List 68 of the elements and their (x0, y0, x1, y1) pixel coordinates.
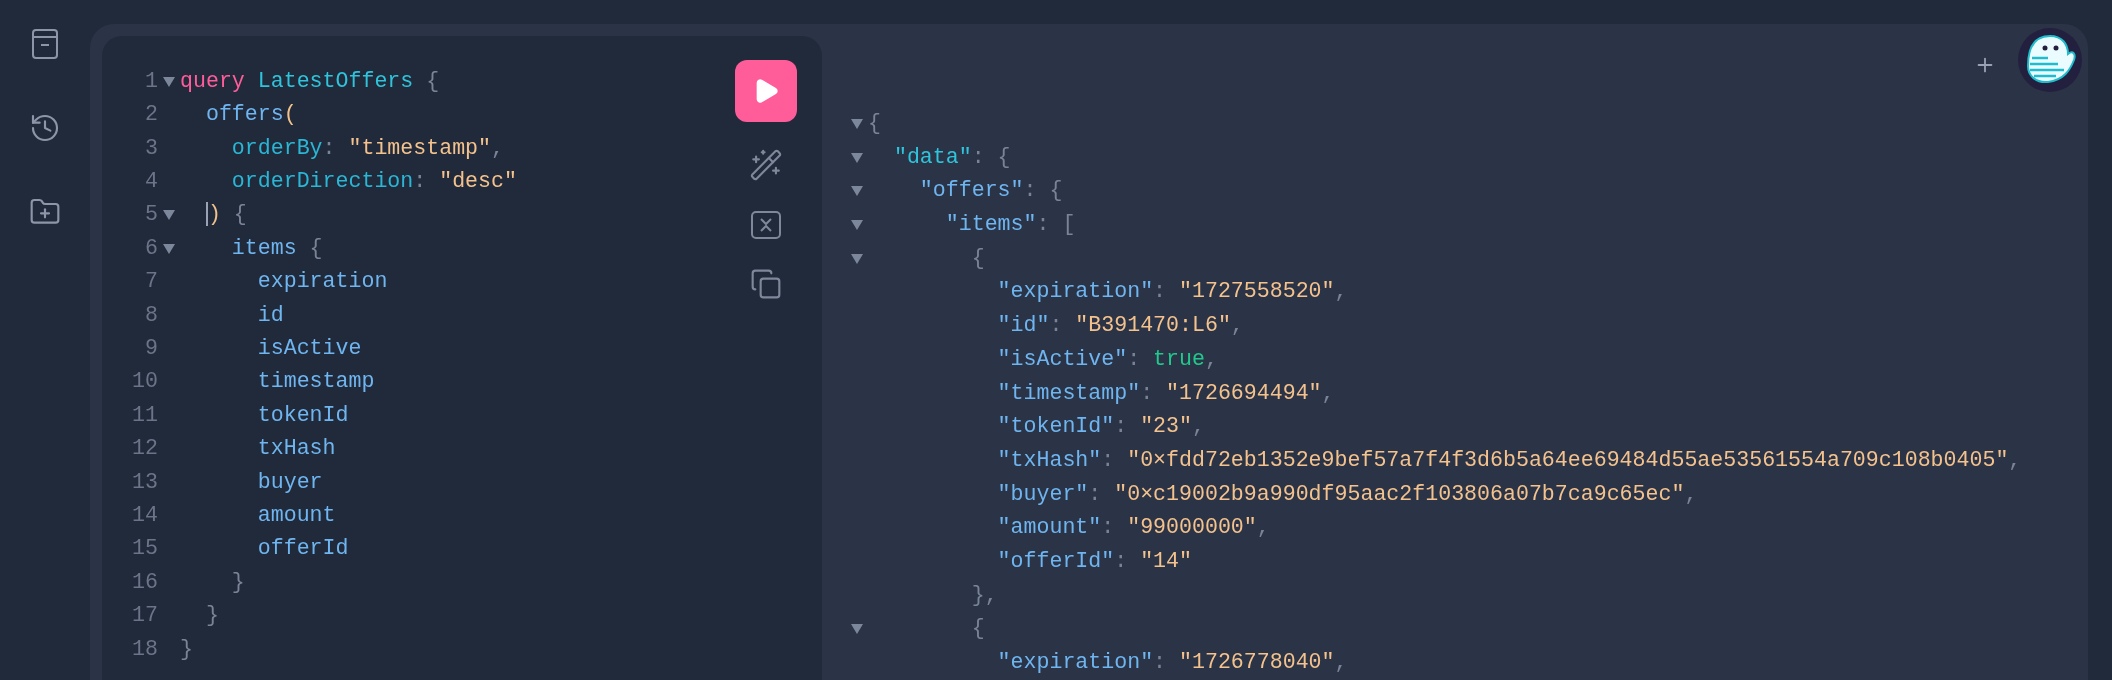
fold-arrow-icon[interactable] (163, 210, 175, 221)
history-icon[interactable] (29, 112, 61, 144)
code-line: } (204, 605, 219, 627)
line-number: 7 (144, 271, 158, 293)
line-number: 4 (144, 171, 158, 193)
line-number: 9 (144, 338, 158, 360)
code-line: offers( (204, 104, 297, 126)
json-line: }, (970, 584, 998, 607)
archive-icon[interactable] (30, 28, 60, 60)
code-line: ) { (204, 204, 247, 227)
json-line: "expiration": "1727558520", (996, 281, 1348, 304)
code-line: isActive (256, 338, 362, 360)
json-line: "amount": "99000000", (996, 517, 1270, 539)
code-line: buyer (256, 471, 323, 494)
logo-icon[interactable] (2018, 28, 2082, 92)
line-number: 14 (131, 504, 158, 527)
line-number: 8 (144, 304, 158, 327)
fold-arrow-icon[interactable] (851, 186, 863, 197)
line-number: 1 (144, 70, 158, 93)
json-line: "items": [ (944, 214, 1076, 236)
code-line: tokenId (256, 404, 349, 427)
code-line: items { (230, 237, 323, 260)
line-number: 12 (131, 438, 158, 460)
code-line: offerId (256, 538, 349, 560)
json-line: { (970, 247, 985, 270)
json-line: "txHash": "0×fdd72eb1352e9bef57a7f4f3d6b5a64ee69484d55ae53561554a709c108b0405", (996, 449, 2022, 472)
copy-icon[interactable] (750, 268, 782, 300)
line-number: 13 (131, 471, 158, 494)
run-button[interactable] (735, 60, 797, 122)
code-line: orderBy: "timestamp", (230, 137, 504, 160)
line-number: 10 (131, 371, 158, 393)
line-number: 2 (144, 104, 158, 126)
query-editor[interactable] (102, 36, 822, 680)
json-line: "expiration": "1726778040", (996, 652, 1348, 674)
fold-arrow-icon[interactable] (851, 152, 863, 163)
json-line: "offerId": "14" (996, 551, 1192, 573)
json-line: "offers": { (918, 180, 1063, 202)
code-line: txHash (256, 438, 336, 460)
line-number: 6 (144, 237, 158, 260)
json-line: "data": { (892, 146, 1011, 169)
line-number: 18 (131, 638, 158, 661)
code-line: amount (256, 504, 336, 527)
json-line: "tokenId": "23", (996, 416, 1205, 438)
code-line: } (180, 638, 193, 661)
code-line: timestamp (256, 371, 375, 393)
fold-arrow-icon[interactable] (851, 219, 863, 230)
code-line: query LatestOffers { (180, 70, 440, 93)
line-number: 3 (144, 137, 158, 160)
code-line: expiration (256, 271, 388, 293)
fold-arrow-icon[interactable] (851, 624, 863, 635)
line-number: 17 (131, 605, 158, 627)
fold-arrow-icon[interactable] (163, 76, 175, 87)
json-line: { (970, 618, 985, 640)
json-line: "isActive": true, (996, 348, 1218, 371)
json-line: { (868, 113, 881, 135)
json-line: "timestamp": "1726694494", (996, 382, 1335, 405)
json-line: "id": "B391470:L6", (996, 315, 1244, 337)
line-number: 15 (131, 538, 158, 560)
line-number: 11 (131, 404, 158, 427)
code-line: id (256, 304, 284, 327)
code-line: } (230, 571, 245, 594)
fold-arrow-icon[interactable] (851, 118, 863, 129)
line-number: 5 (144, 204, 158, 227)
line-number: 16 (131, 571, 158, 594)
fold-arrow-icon[interactable] (851, 253, 863, 264)
code-line: orderDirection: "desc" (230, 171, 517, 193)
json-line: "buyer": "0×c19002b9a990df95aac2f103806a07b7ca9c65ec", (996, 483, 1698, 506)
fold-arrow-icon[interactable] (163, 243, 175, 254)
